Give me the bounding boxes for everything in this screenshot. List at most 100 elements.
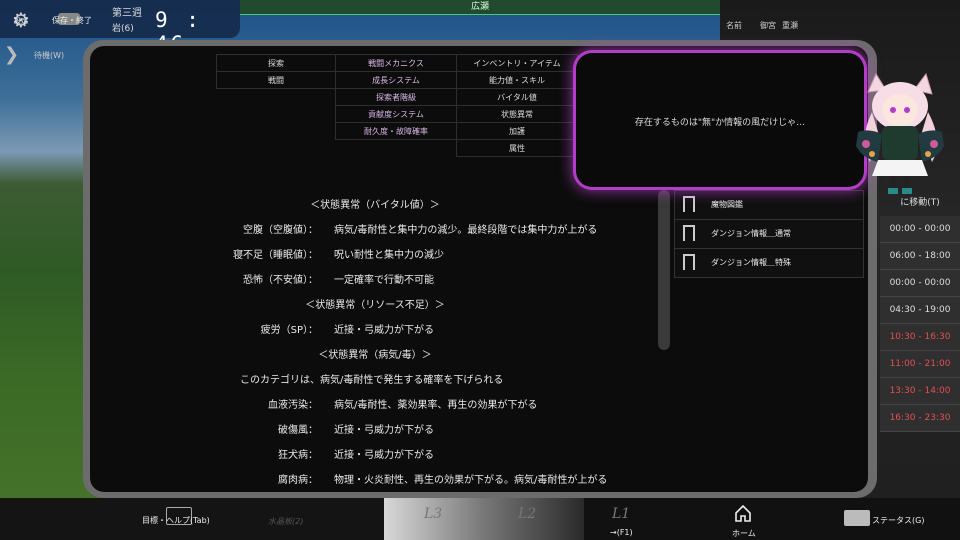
help-topic-empty [217, 89, 336, 106]
help-topic-row: 戦闘 成長システム 能力値・スキル [216, 71, 578, 89]
status-name: 破傷風： [278, 425, 318, 436]
status-icon[interactable] [844, 510, 870, 526]
schedule-row: 04:30 - 19:00 [880, 297, 960, 324]
help-topic-item[interactable]: バイタル値 [456, 88, 578, 106]
help-topic-item[interactable]: インベントリ・アイテム [456, 54, 578, 72]
status-effect: 近接・弓威力が下がる [334, 450, 434, 461]
schedule-row: 06:00 - 18:00 [880, 243, 960, 270]
bookmark-label: ダンジョン情報＿特殊 [711, 258, 791, 267]
location-bar: 広瀬 [240, 0, 720, 15]
schedule-row: 16:30 - 23:30 [880, 405, 960, 432]
schedule-row: 00:00 - 00:00 [880, 270, 960, 297]
help-topic-item[interactable]: 戦闘 [216, 71, 336, 89]
help-topic-item[interactable]: 加護 [456, 122, 578, 140]
layer-l1[interactable]: L1 [612, 506, 630, 522]
home-button[interactable]: ホーム [732, 528, 756, 539]
help-topic-item[interactable]: 探索者階級 [335, 88, 457, 106]
status-name: 狂犬病： [278, 450, 318, 461]
schedule-row: 10:30 - 16:30 [880, 324, 960, 351]
bookmark-item[interactable]: ダンジョン情報＿通常 [674, 220, 864, 249]
home-icon[interactable] [734, 504, 752, 522]
status-effect: 病気/毒耐性、薬効果率、再生の効果が下がる [334, 400, 538, 411]
status-name: 血液汚染： [268, 400, 318, 411]
help-topic-menu: 探索 戦闘メカニクス インベントリ・アイテム 戦闘 成長システム 能力値・スキル 探索者階級… [216, 54, 578, 157]
settings-label: 設定 [14, 17, 28, 25]
status-name: 疲労（SP）： [260, 325, 318, 336]
help-topic-item[interactable]: 貢献度システム [335, 105, 457, 123]
schedule-time: 00:00 - 00:00 [889, 224, 951, 234]
character-portrait [856, 72, 944, 194]
section-header: ＜状態異常（リソース不足）＞ [305, 300, 445, 311]
help-topic-row: 貢献度システム 状態異常 [217, 105, 578, 123]
status-name: 空腹（空腹値）： [243, 225, 318, 236]
help-topic-item[interactable]: 成長システム [335, 71, 457, 89]
help-button[interactable]: 目標・ヘルプ(Tab) [142, 515, 210, 526]
bookmark-icon [683, 225, 695, 243]
help-topic-empty [217, 123, 336, 140]
status-effect: 呪い耐性と集中力の減少 [334, 250, 444, 261]
section-header: ＜状態異常（病気/毒）＞ [318, 350, 432, 361]
help-topic-item[interactable]: 状態異常 [456, 105, 578, 123]
schedule-time: 04:30 - 19:00 [889, 305, 951, 315]
schedule-time: 10:30 - 16:30 [889, 332, 951, 342]
help-topic-row: 探索 戦闘メカニクス インベントリ・アイテム [216, 54, 578, 72]
day-label: 岩(6) [112, 24, 134, 34]
faded-command: 水晶板(2) [268, 517, 304, 526]
chevron-right-icon[interactable]: ❯ [4, 44, 19, 65]
bookmark-item[interactable]: ダンジョン情報＿特殊 [674, 249, 864, 278]
schedule-header: 名前 御宮 重瀬 [720, 12, 960, 42]
wait-label[interactable]: 待機(W) [34, 50, 64, 61]
status-effect: 一定確率で行動不可能 [334, 275, 434, 286]
help-topic-empty [336, 140, 457, 157]
top-left-hud: ⚙ 設定 保存・終了 第三週 岩(6) 9 : 46 [0, 0, 240, 56]
layer-l2[interactable]: L2 [518, 506, 536, 522]
status-button[interactable]: ステータス(G) [872, 515, 924, 526]
schedule-time: 16:30 - 23:30 [889, 413, 951, 423]
section-header: ＜状態異常（バイタル値）＞ [310, 200, 440, 211]
help-topic-item[interactable]: 耐久度・故障確率 [335, 122, 457, 140]
bookmark-label: 魔物図鑑 [711, 200, 743, 209]
schedule-row: 11:00 - 21:00 [880, 351, 960, 378]
schedule-header-cell: 名前 [726, 21, 742, 30]
bottom-command-bar: 目標・ヘルプ(Tab) 水晶板(2) L3 L2 L1 →(F1) ホーム ステ… [0, 498, 960, 540]
week-label: 第三週 [112, 8, 142, 19]
help-topic-item[interactable]: 戦闘メカニクス [335, 54, 457, 72]
help-topic-item[interactable]: 探索 [216, 54, 336, 72]
bookmark-icon [683, 254, 695, 272]
help-topic-item[interactable]: 属性 [456, 139, 578, 157]
bookmark-icon [683, 196, 695, 214]
bookmark-list: 魔物図鑑ダンジョン情報＿通常 ダンジョン情報＿特殊 [674, 190, 864, 278]
section-note: このカテゴリは、病気/毒耐性で発生する確率を下げられる [240, 375, 504, 386]
help-topic-empty [217, 106, 336, 123]
help-content: ＜状態異常（バイタル値）＞ 空腹（空腹値）： 病気/毒耐性と集中力の減少。最終段階で… [90, 190, 660, 486]
speech-bubble: 存在するものは"無"か情報の風だけじゃ… [576, 53, 864, 187]
scrollbar-thumb[interactable] [658, 190, 670, 350]
layer-l1-key: →(F1) [610, 528, 633, 537]
schedule-time: 06:00 - 18:00 [889, 251, 951, 261]
status-effect: 近接・弓威力が下がる [334, 425, 434, 436]
save-exit-label[interactable]: 保存・終了 [52, 15, 92, 26]
bookmark-item[interactable]: 魔物図鑑 [674, 190, 864, 220]
status-effect: 病気/毒耐性と集中力の減少。最終段階では集中力が上がる [334, 225, 598, 236]
status-name: 腐肉病： [278, 475, 318, 486]
help-topic-item[interactable]: 能力値・スキル [456, 71, 578, 89]
help-topic-row: 耐久度・故障確率 加護 [217, 122, 578, 140]
schedule-header-cell: 重瀬 [782, 21, 798, 30]
schedule-time: 11:00 - 21:00 [889, 359, 951, 369]
help-topic-row: 探索者階級 バイタル値 [217, 88, 578, 106]
status-effect: 物理・火炎耐性、再生の効果が下がる。病気/毒耐性が上がる [334, 475, 608, 486]
speech-text: 存在するものは"無"か情報の風だけじゃ… [634, 118, 806, 128]
layer-l3[interactable]: L3 [424, 506, 442, 522]
help-topic-empty [217, 140, 336, 157]
status-name: 恐怖（不安値）： [243, 275, 318, 286]
schedule-row: 13:30 - 14:00 [880, 378, 960, 405]
status-effect: 近接・弓威力が下がる [334, 325, 434, 336]
bookmark-label: ダンジョン情報＿通常 [711, 229, 791, 238]
schedule-row: 00:00 - 00:00 [880, 216, 960, 243]
help-topic-row: 属性 [217, 139, 578, 157]
schedule-header-cell: 御宮 [760, 21, 776, 30]
status-name: 寝不足（睡眠値）： [233, 250, 318, 261]
schedule-time: 13:30 - 14:00 [889, 386, 951, 396]
schedule-time: 00:00 - 00:00 [889, 278, 951, 288]
bottom-bar-gradient [384, 498, 584, 540]
